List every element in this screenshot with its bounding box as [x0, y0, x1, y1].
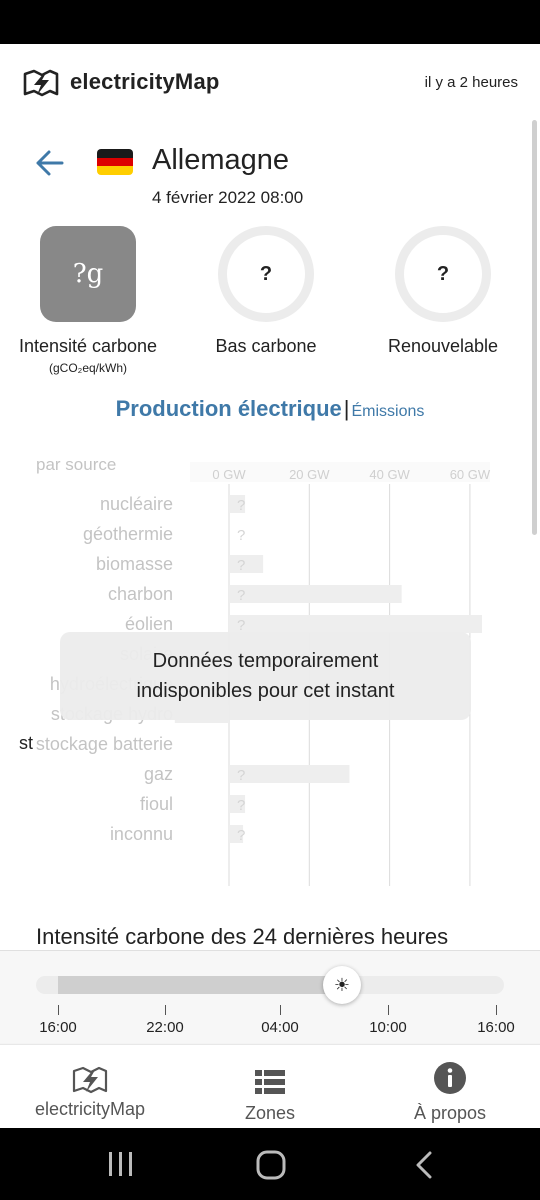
- tick-label: 04:00: [261, 1019, 299, 1036]
- carbon-intensity-tile: ?g: [40, 226, 136, 322]
- value-label: ?: [237, 497, 245, 514]
- category-label: biomasse: [96, 554, 173, 574]
- tick-label: 10:00: [369, 1019, 407, 1036]
- x-tick-label: 60 GW: [450, 467, 491, 482]
- tick-label: 16:00: [477, 1019, 515, 1036]
- carbon-intensity-label: Intensité carbone: [18, 336, 158, 356]
- x-tick-label: 40 GW: [369, 467, 410, 482]
- brand[interactable]: electricityMap: [22, 66, 220, 98]
- app-header: electricityMap il y a 2 heures: [0, 44, 540, 120]
- value-label: ?: [237, 797, 245, 814]
- category-label: charbon: [108, 584, 173, 604]
- bar: [229, 555, 264, 573]
- sun-icon: ☀: [333, 974, 351, 995]
- slider-tick: 16:00: [18, 1005, 98, 1036]
- back-arrow-icon[interactable]: [34, 146, 66, 180]
- zone-datetime: 4 février 2022 08:00: [152, 188, 304, 207]
- value-label: ?: [237, 527, 245, 544]
- category-label: éolien: [125, 614, 173, 634]
- value-label: ?: [237, 587, 245, 604]
- x-tick-label: 0 GW: [212, 467, 246, 482]
- value-label: ?: [237, 767, 245, 784]
- bottom-nav: electricityMap Zones À propos: [0, 1044, 540, 1128]
- category-label: gaz: [144, 764, 173, 784]
- slider-thumb[interactable]: ☀: [323, 966, 361, 1004]
- flag-stripe: [97, 166, 133, 175]
- brand-name: electricityMap: [70, 69, 220, 94]
- system-navigation-bar: [0, 1128, 540, 1200]
- slider-tick: 22:00: [125, 1005, 205, 1036]
- nav-label: À propos: [413, 1103, 487, 1123]
- category-label: géothermie: [83, 524, 173, 544]
- data-unavailable-notice: Données temporairement indisponibles pou…: [60, 632, 471, 720]
- renewable-gauge: ?: [395, 226, 491, 322]
- tab-separator: |: [343, 396, 350, 421]
- notice-line: Données temporairement: [152, 650, 379, 672]
- flag-stripe: [97, 157, 133, 167]
- chart-subtitle: par source: [36, 455, 116, 474]
- recent-apps-icon[interactable]: [107, 1151, 135, 1177]
- nav-label: electricityMap: [34, 1099, 146, 1119]
- list-icon: [255, 1070, 285, 1094]
- bar: [229, 585, 402, 603]
- history-section-title: Intensité carbone des 24 dernières heure…: [36, 924, 449, 949]
- nav-item-map[interactable]: electricityMap: [0, 1055, 180, 1120]
- slider-track[interactable]: [36, 976, 504, 994]
- renewable-label: Renouvelable: [387, 336, 499, 356]
- tick-label: 16:00: [39, 1019, 77, 1036]
- flag-stripe: [97, 149, 133, 158]
- category-label: nucléaire: [100, 494, 173, 514]
- chart-tabs: Production électrique| Émissions: [0, 396, 540, 422]
- nav-label: Zones: [244, 1103, 296, 1123]
- category-label: stockage batterie: [36, 734, 173, 754]
- slider-fill: [58, 976, 348, 994]
- notice-line: indisponibles pour cet instant: [136, 680, 395, 702]
- bar: [229, 765, 350, 783]
- map-icon: [72, 1066, 108, 1094]
- overlapping-label-fragment: st: [19, 733, 34, 753]
- home-icon[interactable]: [256, 1150, 286, 1180]
- carbon-intensity-metric: ?g Intensité carbone (gCO₂eq/kWh): [8, 226, 168, 375]
- country-flag: [97, 149, 133, 175]
- category-label: inconnu: [110, 824, 173, 844]
- low-carbon-label: Bas carbone: [215, 336, 317, 356]
- value-label: ?: [237, 557, 245, 574]
- status-bar: [0, 0, 540, 44]
- renewable-metric: ? Renouvelable: [363, 226, 523, 357]
- nav-item-about[interactable]: À propos: [360, 1055, 540, 1124]
- tab-emissions[interactable]: Émissions: [351, 403, 424, 420]
- bar: [229, 615, 482, 633]
- back-nav-icon[interactable]: [414, 1151, 434, 1179]
- slider-ticks: 16:00 22:00 04:00 10:00 16:00: [0, 1005, 540, 1045]
- time-slider[interactable]: ☀ 16:00 22:00 04:00 10:00 16:00: [0, 950, 540, 1043]
- slider-tick: 04:00: [240, 1005, 320, 1036]
- carbon-intensity-unit: (gCO₂eq/kWh): [48, 361, 127, 375]
- x-tick-label: 20 GW: [289, 467, 330, 482]
- value-label: ?: [237, 827, 245, 844]
- category-label: fioul: [140, 794, 173, 814]
- info-icon: [434, 1062, 466, 1094]
- low-carbon-gauge: ?: [218, 226, 314, 322]
- country-name: Allemagne: [152, 144, 290, 176]
- tab-production[interactable]: Production électrique: [116, 396, 342, 421]
- slider-tick: 10:00: [348, 1005, 428, 1036]
- slider-tick: 16:00: [456, 1005, 536, 1036]
- nav-item-zones[interactable]: Zones: [180, 1055, 360, 1124]
- tick-label: 22:00: [146, 1019, 184, 1036]
- logo-icon: [23, 69, 59, 97]
- last-updated: il y a 2 heures: [424, 73, 518, 91]
- low-carbon-metric: ? Bas carbone: [186, 226, 346, 357]
